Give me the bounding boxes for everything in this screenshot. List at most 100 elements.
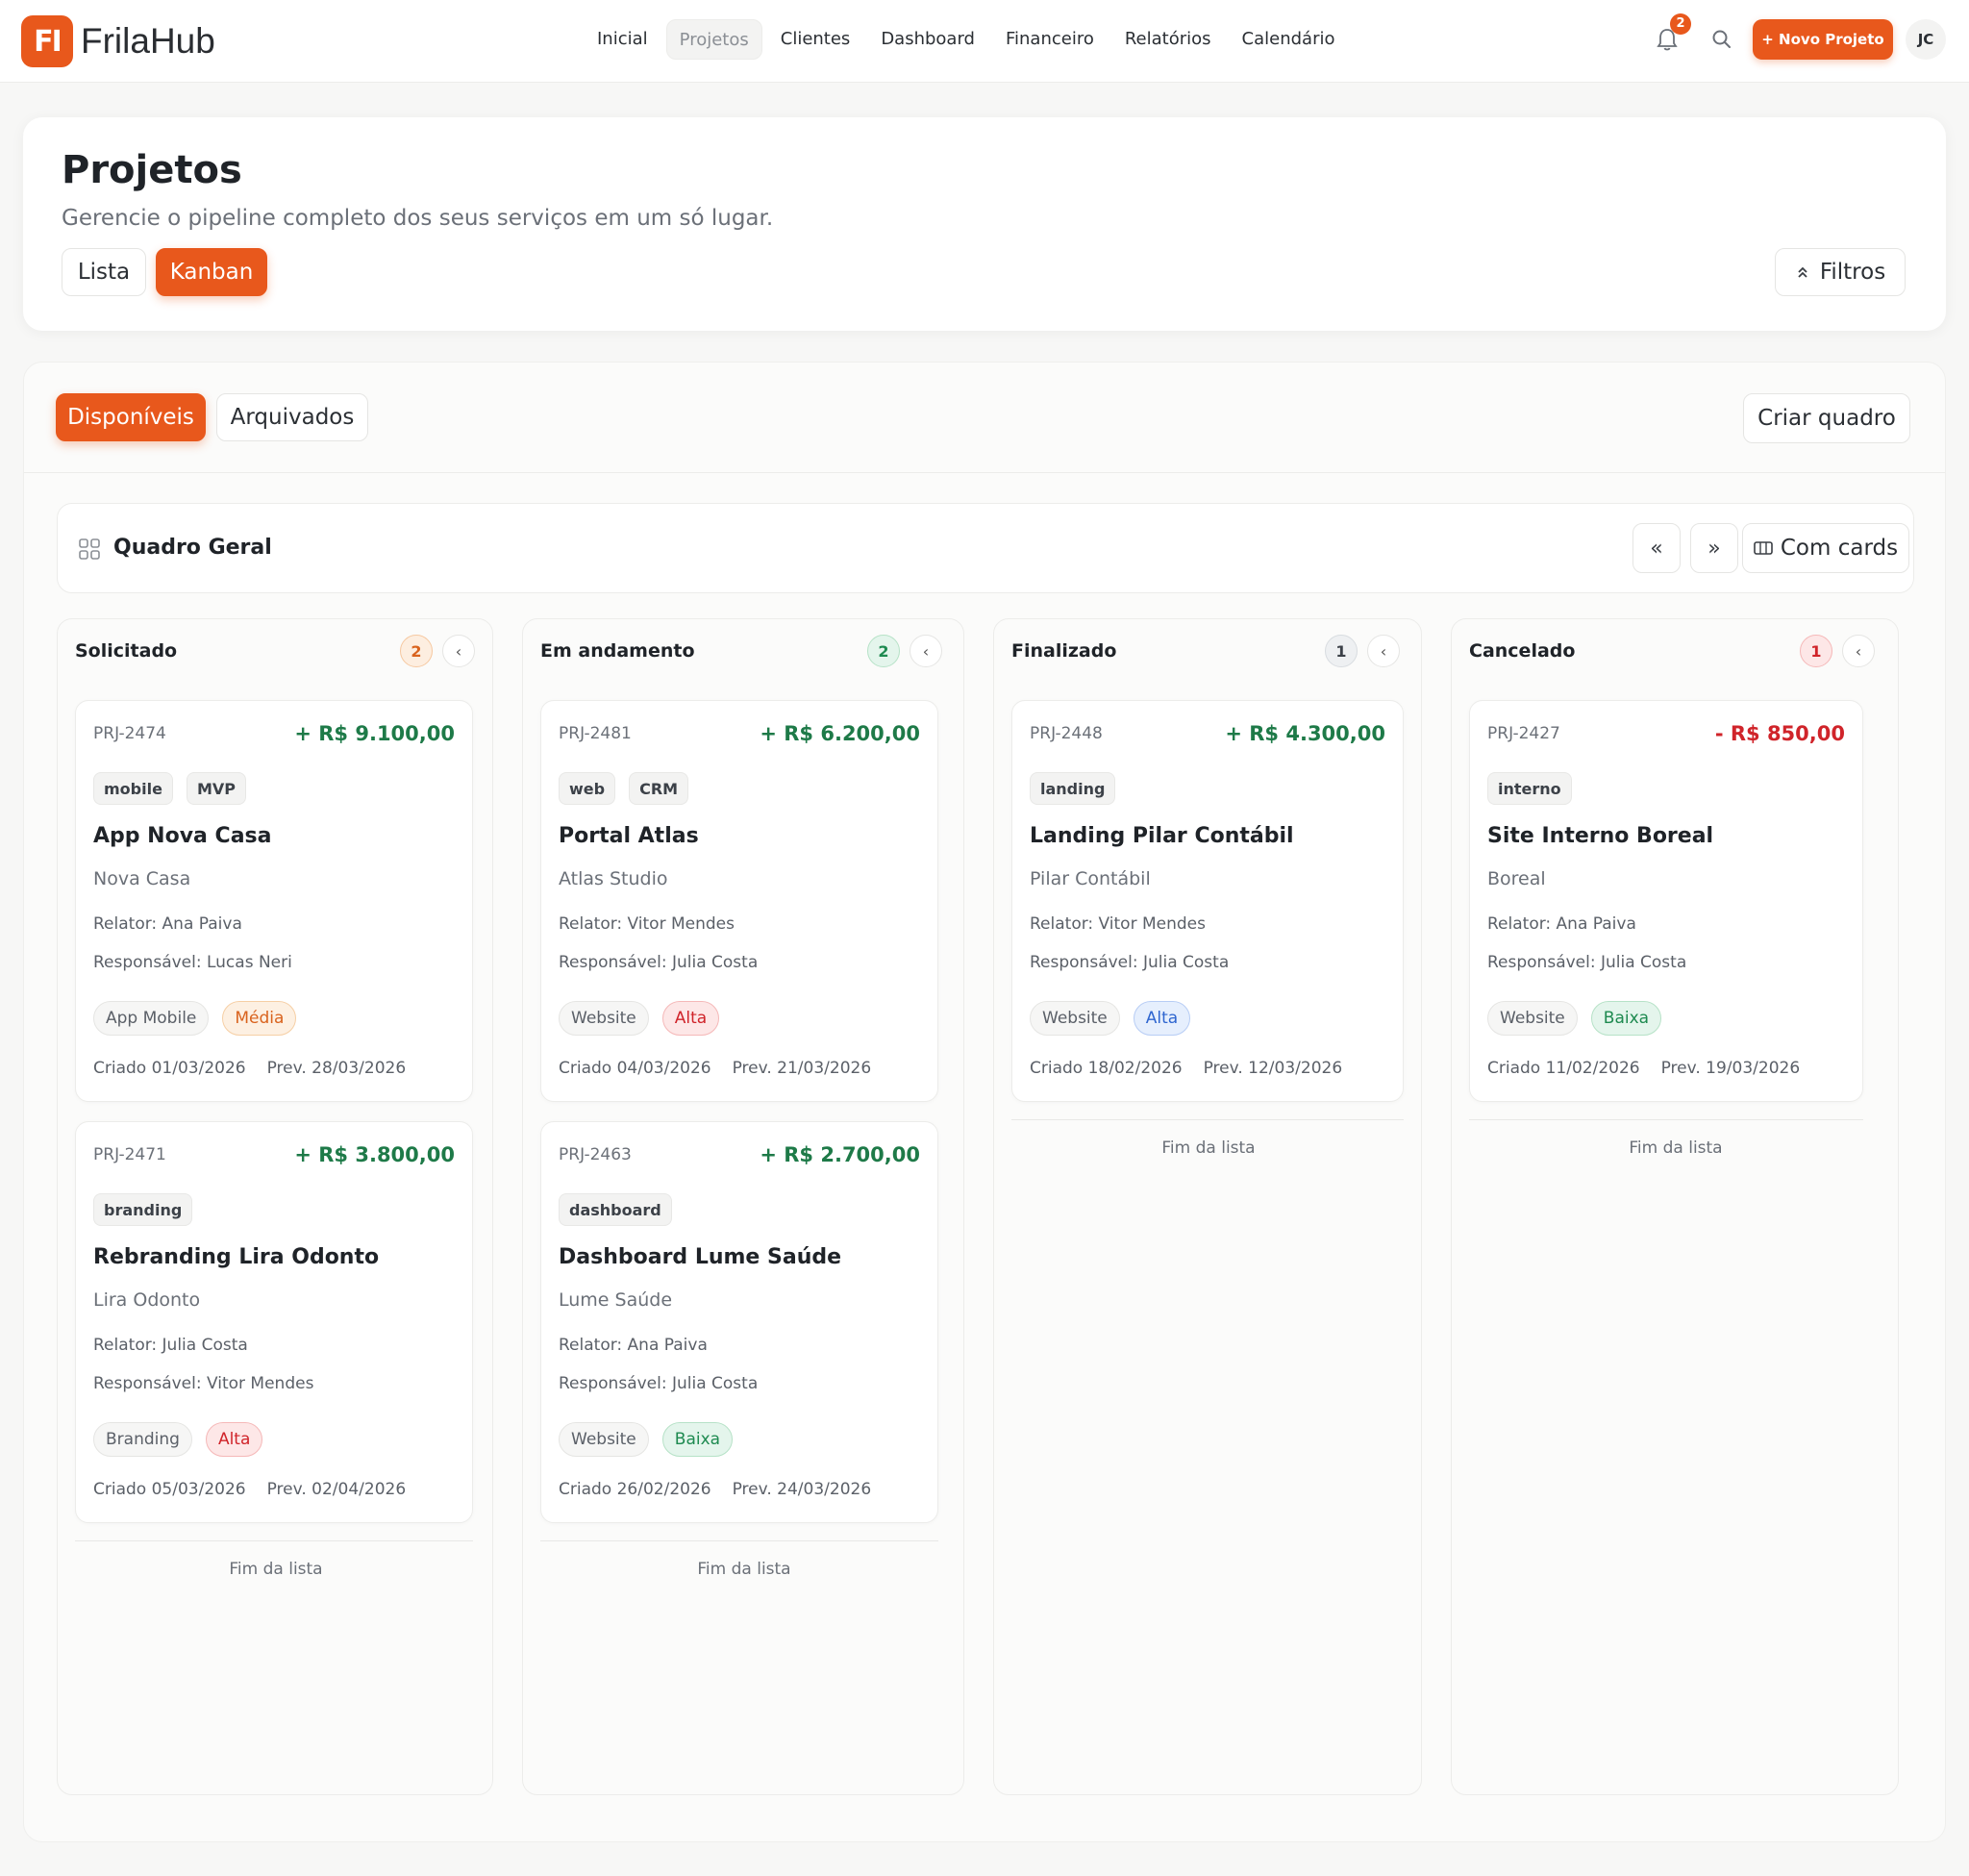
list-end-divider: [1011, 1119, 1404, 1120]
end-of-list: Fim da lista: [697, 1560, 791, 1579]
chevrons-left-icon: «: [1650, 536, 1663, 561]
card-responsavel: Responsável: Vitor Mendes: [93, 1374, 314, 1393]
filters-button[interactable]: Filtros: [1775, 248, 1906, 296]
column-collapse-button[interactable]: ‹: [1842, 635, 1875, 667]
card-title: Rebranding Lira Odonto: [93, 1245, 380, 1269]
card-due: Prev. 19/03/2026: [1660, 1059, 1801, 1078]
card-title: Landing Pilar Contábil: [1030, 824, 1294, 848]
column-title: Em andamento: [540, 640, 695, 662]
card-relator: Relator: Ana Paiva: [93, 914, 242, 934]
end-of-list: Fim da lista: [229, 1560, 323, 1579]
filters-label: Filtros: [1819, 260, 1886, 285]
chevron-left-icon: ‹: [922, 641, 930, 661]
kanban-column-em-andamento: Em andamento 2 ‹ PRJ-2481 + R$ 6.200,00 …: [522, 618, 964, 1795]
card-title: Dashboard Lume Saúde: [559, 1245, 842, 1269]
end-of-list: Fim da lista: [1629, 1138, 1723, 1158]
columns-icon: [1754, 541, 1773, 555]
tab-archived[interactable]: Arquivados: [216, 393, 368, 441]
project-card[interactable]: PRJ-2471 + R$ 3.800,00 branding Rebrandi…: [75, 1121, 473, 1523]
card-amount: + R$ 6.200,00: [760, 722, 920, 745]
nav-calendario[interactable]: Calendário: [1230, 19, 1348, 60]
card-relator: Relator: Vitor Mendes: [1030, 914, 1206, 934]
list-end-divider: [75, 1540, 473, 1541]
nav-financeiro[interactable]: Financeiro: [993, 19, 1107, 60]
chevron-left-icon: ‹: [1855, 641, 1862, 661]
expand-all-button[interactable]: »: [1690, 523, 1738, 573]
card-type-chip: Website: [1487, 1001, 1578, 1036]
create-board-button[interactable]: Criar quadro: [1743, 393, 1910, 443]
nav-dashboard[interactable]: Dashboard: [868, 19, 987, 60]
card-amount: + R$ 3.800,00: [294, 1143, 455, 1166]
card-client: Nova Casa: [93, 868, 191, 889]
card-type-chip: Website: [559, 1422, 649, 1457]
card-created: Criado 05/03/2026: [93, 1480, 246, 1499]
card-created: Criado 01/03/2026: [93, 1059, 246, 1078]
board-header: Quadro Geral « » Com cards: [57, 503, 1914, 593]
card-priority-chip: Alta: [205, 1422, 263, 1457]
divider: [24, 472, 1945, 473]
grid-icon: [79, 538, 100, 560]
page-title: Projetos: [62, 148, 242, 192]
card-type-chip: App Mobile: [93, 1001, 210, 1036]
nav-clientes[interactable]: Clientes: [768, 19, 863, 60]
column-title: Cancelado: [1469, 640, 1576, 662]
tab-available[interactable]: Disponíveis: [56, 393, 206, 441]
column-count-badge: 2: [867, 635, 900, 667]
project-card[interactable]: PRJ-2474 + R$ 9.100,00 mobile MVP App No…: [75, 700, 473, 1102]
card-relator: Relator: Vitor Mendes: [559, 914, 735, 934]
logo[interactable]: FI FrilaHub: [21, 15, 215, 67]
card-created: Criado 11/02/2026: [1487, 1059, 1640, 1078]
end-of-list: Fim da lista: [1161, 1138, 1256, 1158]
search-icon[interactable]: [1709, 27, 1734, 52]
card-client: Boreal: [1487, 868, 1546, 889]
card-relator: Relator: Ana Paiva: [559, 1336, 708, 1355]
card-due: Prev. 24/03/2026: [732, 1480, 872, 1499]
card-title: Site Interno Boreal: [1487, 824, 1714, 848]
card-priority-chip: Alta: [661, 1001, 720, 1036]
card-tag: interno: [1487, 772, 1572, 805]
card-type-chip: Website: [559, 1001, 649, 1036]
chevron-left-icon: ‹: [455, 641, 462, 661]
card-title: Portal Atlas: [559, 824, 699, 848]
card-created: Criado 26/02/2026: [559, 1480, 711, 1499]
column-count-badge: 1: [1325, 635, 1358, 667]
card-tag: mobile: [93, 772, 173, 805]
card-tag: landing: [1030, 772, 1116, 805]
page-subtitle: Gerencie o pipeline completo dos seus se…: [62, 206, 774, 231]
card-tag: web: [559, 772, 616, 805]
avatar[interactable]: JC: [1906, 19, 1946, 60]
card-responsavel: Responsável: Julia Costa: [559, 953, 759, 972]
card-client: Lira Odonto: [93, 1289, 201, 1311]
card-amount: + R$ 9.100,00: [294, 722, 455, 745]
card-due: Prev. 28/03/2026: [266, 1059, 407, 1078]
card-priority-chip: Alta: [1133, 1001, 1191, 1036]
column-collapse-button[interactable]: ‹: [910, 635, 942, 667]
project-card[interactable]: PRJ-2463 + R$ 2.700,00 dashboard Dashboa…: [540, 1121, 938, 1523]
card-due: Prev. 21/03/2026: [732, 1059, 872, 1078]
column-collapse-button[interactable]: ‹: [1367, 635, 1400, 667]
nav-relatorios[interactable]: Relatórios: [1112, 19, 1224, 60]
top-navbar: FI FrilaHub Inicial Projetos Clientes Da…: [0, 0, 1969, 83]
view-list-button[interactable]: Lista: [62, 248, 146, 296]
project-card[interactable]: PRJ-2427 - R$ 850,00 interno Site Intern…: [1469, 700, 1863, 1102]
card-id: PRJ-2463: [559, 1145, 632, 1164]
with-cards-toggle[interactable]: Com cards: [1742, 523, 1909, 573]
card-id: PRJ-2448: [1030, 724, 1103, 743]
nav-projetos[interactable]: Projetos: [665, 19, 762, 60]
card-tag: CRM: [629, 772, 689, 805]
project-card[interactable]: PRJ-2448 + R$ 4.300,00 landing Landing P…: [1011, 700, 1404, 1102]
logo-mark-icon: FI: [21, 15, 73, 67]
project-card[interactable]: PRJ-2481 + R$ 6.200,00 web CRM Portal At…: [540, 700, 938, 1102]
kanban-column-finalizado: Finalizado 1 ‹ PRJ-2448 + R$ 4.300,00 la…: [993, 618, 1422, 1795]
column-collapse-button[interactable]: ‹: [442, 635, 475, 667]
card-tag: dashboard: [559, 1193, 672, 1226]
chevrons-right-icon: »: [1707, 536, 1721, 561]
nav-inicial[interactable]: Inicial: [585, 19, 660, 60]
card-id: PRJ-2474: [93, 724, 166, 743]
view-kanban-button[interactable]: Kanban: [156, 248, 267, 296]
card-tag: branding: [93, 1193, 193, 1226]
collapse-all-button[interactable]: «: [1633, 523, 1681, 573]
card-client: Pilar Contábil: [1030, 868, 1151, 889]
card-due: Prev. 02/04/2026: [266, 1480, 407, 1499]
new-project-button[interactable]: + Novo Projeto: [1753, 19, 1893, 60]
